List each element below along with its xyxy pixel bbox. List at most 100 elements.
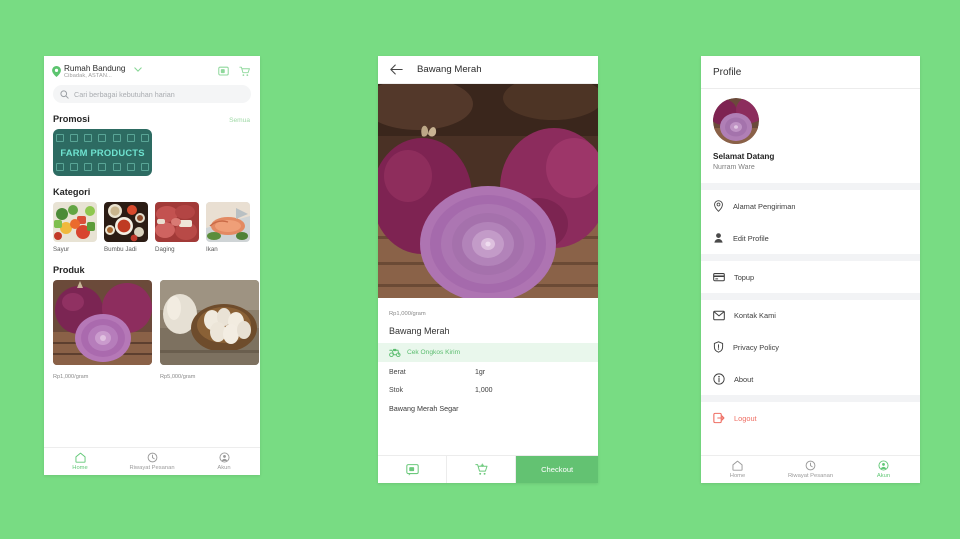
category-item[interactable]: Bumbu Jadi [104,202,148,254]
home-icon [74,452,86,463]
add-to-cart-button[interactable] [446,456,515,483]
delivery-scooter-icon [389,348,401,357]
tab-riwayat-pesanan[interactable]: Riwayat Pesanan [774,460,847,479]
menu-item-alamat-pengiriman[interactable]: Alamat Pengiriman [701,190,920,222]
category-label: Daging [155,246,175,254]
tab-label: Home [72,465,88,471]
promo-icons-top [53,134,152,143]
product-price-unit: /gram [181,374,196,381]
product-image-bawang-putih [160,280,259,366]
menu-label: Topup [734,272,755,282]
product-card[interactable]: Rp5,000/gram [160,280,259,380]
tab-label: Home [729,473,746,479]
home-icon [732,460,743,471]
check-shipping-row[interactable]: Cek Ongkos Kirim [378,343,598,362]
spec-value: 1,000 [475,387,493,394]
menu-item-topup[interactable]: Topup [701,261,920,293]
location-pin-icon [52,66,61,77]
chat-icon[interactable] [218,66,229,77]
category-item[interactable]: Sayur [53,202,97,254]
menu-label: Kontak Kami [734,311,776,320]
produk-title: Produk [53,265,85,276]
product-price: Rp5,000/gram [160,370,259,380]
search-input[interactable] [74,89,244,99]
product-image-bawang-merah [53,280,152,366]
credit-card-icon [713,271,725,283]
tab-label: Akun [876,473,891,479]
tab-riwayat-pesanan[interactable]: Riwayat Pesanan [116,452,188,471]
promosi-title: Promosi [53,114,90,125]
cart-icon[interactable] [239,66,250,77]
category-thumbnail-ikan [206,202,250,243]
produk-list: Rp1,000/gram Rp5,000/gram [44,280,260,380]
cart-plus-icon [475,463,488,476]
detail-topbar: Bawang Merah [378,56,598,84]
profile-card: Selamat Datang Nurram Ware [701,89,920,183]
account-circle-icon [218,452,230,463]
menu-item-edit-profile[interactable]: Edit Profile [701,222,920,254]
promosi-see-all-link[interactable]: Semua [229,117,250,124]
section-gap [701,395,920,402]
chevron-down-icon[interactable] [134,67,143,72]
welcome-text: Selamat Datang [713,152,775,161]
spec-row: Stok 1,000 [378,376,598,394]
kategori-section-header: Kategori [44,176,260,202]
user-name: Nurram Ware [713,164,755,171]
page-title: Profile [713,67,742,78]
avatar [713,98,759,144]
chat-icon [405,463,419,476]
home-header-actions [218,64,250,77]
promo-icons-bottom [53,163,152,172]
home-header: Rumah Bandung Cibadak, ASTAN... [44,56,260,83]
category-label: Ikan [206,246,218,254]
chat-button[interactable] [378,456,446,483]
menu-item-about[interactable]: About [701,363,920,395]
tab-akun[interactable]: Akun [847,460,920,479]
person-icon [713,232,724,244]
tab-home[interactable]: Home [701,460,774,479]
produk-section-header: Produk [44,254,260,280]
promo-banner[interactable]: FARM PRODUCTS [53,129,152,177]
spec-key: Berat [389,369,406,376]
profile-bottom-tabbar: Home Riwayat Pesanan Akun [701,455,920,483]
search-bar[interactable] [53,85,251,104]
menu-item-privacy-policy[interactable]: Privacy Policy [701,331,920,363]
menu-item-logout[interactable]: Logout [701,402,920,434]
menu-label: Edit Profile [733,233,769,243]
menu-item-kontak-kami[interactable]: Kontak Kami [701,300,920,331]
info-icon [713,373,725,385]
tab-label: Akun [217,465,231,471]
history-clock-icon [147,452,158,463]
screenshot-canvas: Rumah Bandung Cibadak, ASTAN... Cari ber… [0,0,960,539]
tab-akun[interactable]: Akun [188,452,260,471]
home-bottom-tabbar: Home Riwayat Pesanan Akun [44,447,260,475]
product-price: Rp1,000/gram [53,370,152,380]
location-text[interactable]: Rumah Bandung Cibadak, ASTAN... [64,64,125,79]
menu-label: Privacy Policy [733,342,779,352]
product-price-unit: /gram [410,311,426,317]
phone-product-detail-screen: Bawang Merah Rp1,000/gram Bawang Merah C… [378,56,598,483]
detail-action-bar: Checkout [378,455,598,483]
location-detail: Cibadak, ASTAN... [64,73,112,80]
mail-icon [713,310,725,321]
product-price-value: Rp1,000 [53,374,75,381]
section-gap [701,254,920,261]
category-label: Sayur [53,246,70,254]
tab-label: Riwayat Pesanan [129,465,175,471]
checkout-button[interactable]: Checkout [515,456,598,483]
menu-label: Logout [734,413,757,423]
tab-home[interactable]: Home [44,452,116,471]
back-arrow-icon[interactable] [390,64,403,75]
check-shipping-label: Cek Ongkos Kirim [407,349,461,356]
category-item[interactable]: Daging [155,202,199,254]
category-item[interactable]: Ikan [206,202,250,254]
phone-profile-screen: Profile Selamat Datang Nurram Ware Alama… [701,56,920,483]
spec-row: Berat 1gr [378,362,598,376]
product-hero-image [378,84,598,298]
detail-title: Bawang Merah [417,64,482,75]
tab-label: Riwayat Pesanan [787,473,834,479]
location-name: Rumah Bandung [64,64,126,73]
product-card[interactable]: Rp1,000/gram [53,280,152,380]
product-name: Bawang Merah [389,326,450,336]
account-circle-icon [878,460,889,471]
